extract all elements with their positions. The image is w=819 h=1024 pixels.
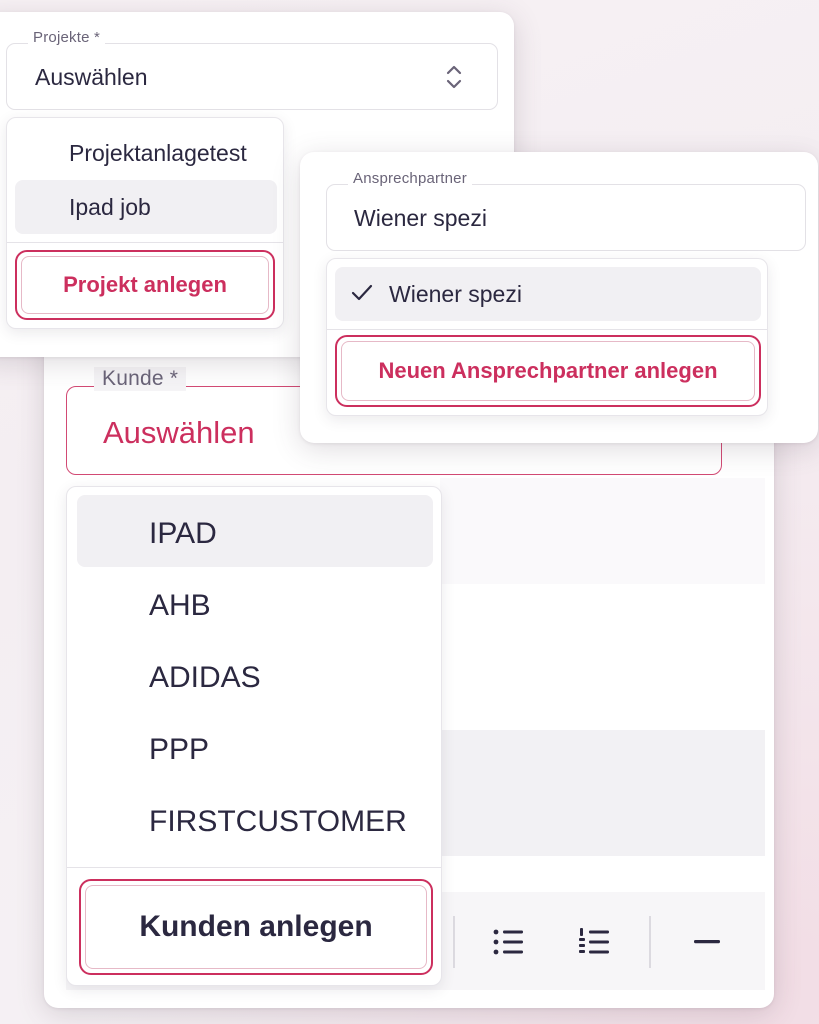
- kunde-option[interactable]: PPP: [149, 733, 209, 767]
- ansprechpartner-dropdown: Wiener spezi Neuen Ansprechpartner anleg…: [326, 258, 768, 416]
- toolbar-separator: [453, 916, 455, 968]
- kunde-select-value: Auswählen: [103, 415, 255, 450]
- checkmark-icon: [351, 283, 373, 303]
- projekt-anlegen-button[interactable]: Projekt anlegen: [15, 250, 275, 320]
- projekte-dropdown-divider: [7, 242, 283, 243]
- projekte-option[interactable]: Ipad job: [69, 194, 151, 221]
- kunde-option[interactable]: AHB: [149, 589, 211, 623]
- kunde-label: Kunde *: [94, 367, 187, 391]
- ansprechpartner-label: Ansprechpartner: [348, 170, 472, 187]
- projekte-label: Projekte *: [28, 29, 106, 46]
- ansprechpartner-select[interactable]: Wiener spezi: [326, 184, 806, 251]
- kunden-anlegen-label: Kunden anlegen: [139, 910, 373, 943]
- kunde-dropdown-divider: [67, 867, 441, 868]
- kunde-option-highlight: [77, 495, 433, 567]
- kunde-option[interactable]: FIRSTCUSTOMER: [149, 805, 407, 839]
- ansprechpartner-option[interactable]: Wiener spezi: [389, 281, 522, 308]
- bullet-list-icon[interactable]: [490, 926, 528, 958]
- chevron-up-down-icon: [445, 64, 463, 90]
- form-gray-band: [440, 730, 765, 856]
- kunden-anlegen-inner: Kunden anlegen: [85, 885, 427, 969]
- projekt-anlegen-inner: Projekt anlegen: [21, 256, 269, 314]
- projekt-anlegen-label: Projekt anlegen: [63, 272, 227, 297]
- horizontal-rule-icon[interactable]: [692, 926, 722, 958]
- projekte-select[interactable]: Auswählen: [6, 43, 498, 110]
- projekte-dropdown: Projektanlagetest Ipad job Projekt anleg…: [6, 117, 284, 329]
- kunden-anlegen-button[interactable]: Kunden anlegen: [79, 879, 433, 975]
- toolbar-separator: [649, 916, 651, 968]
- numbered-list-icon[interactable]: [576, 926, 614, 958]
- projekte-option[interactable]: Projektanlagetest: [69, 140, 247, 167]
- projekte-select-value: Auswählen: [35, 64, 148, 90]
- neuen-ansprechpartner-anlegen-button[interactable]: Neuen Ansprechpartner anlegen: [335, 335, 761, 407]
- kunde-option[interactable]: IPAD: [149, 517, 217, 551]
- form-right-block: [440, 478, 765, 584]
- neuen-ansprechpartner-anlegen-label: Neuen Ansprechpartner anlegen: [378, 358, 718, 383]
- ansprechpartner-select-value: Wiener spezi: [354, 205, 487, 231]
- kunde-option[interactable]: ADIDAS: [149, 661, 261, 695]
- ansprechpartner-dropdown-divider: [327, 329, 767, 330]
- neuen-ansprechpartner-anlegen-inner: Neuen Ansprechpartner anlegen: [341, 341, 755, 401]
- kunde-dropdown: IPAD AHB ADIDAS PPP FIRSTCUSTOMER Kunden…: [66, 486, 442, 986]
